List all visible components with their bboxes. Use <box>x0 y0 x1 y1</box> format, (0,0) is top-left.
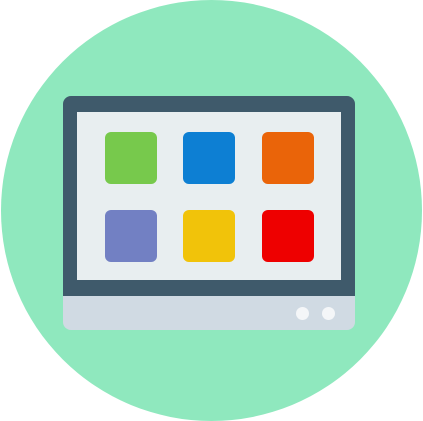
monitor-screen <box>77 112 341 280</box>
monitor-icon <box>63 96 355 330</box>
icon-canvas <box>0 0 423 421</box>
monitor-base <box>63 296 355 330</box>
indicator-dot-icon <box>322 307 335 320</box>
orange-app-tile-icon <box>262 132 314 184</box>
monitor-bezel <box>63 96 355 296</box>
indicator-dot-icon <box>296 307 309 320</box>
red-app-tile-icon <box>262 210 314 262</box>
purple-app-tile-icon <box>105 210 157 262</box>
blue-app-tile-icon <box>183 132 235 184</box>
green-app-tile-icon <box>105 132 157 184</box>
yellow-app-tile-icon <box>183 210 235 262</box>
